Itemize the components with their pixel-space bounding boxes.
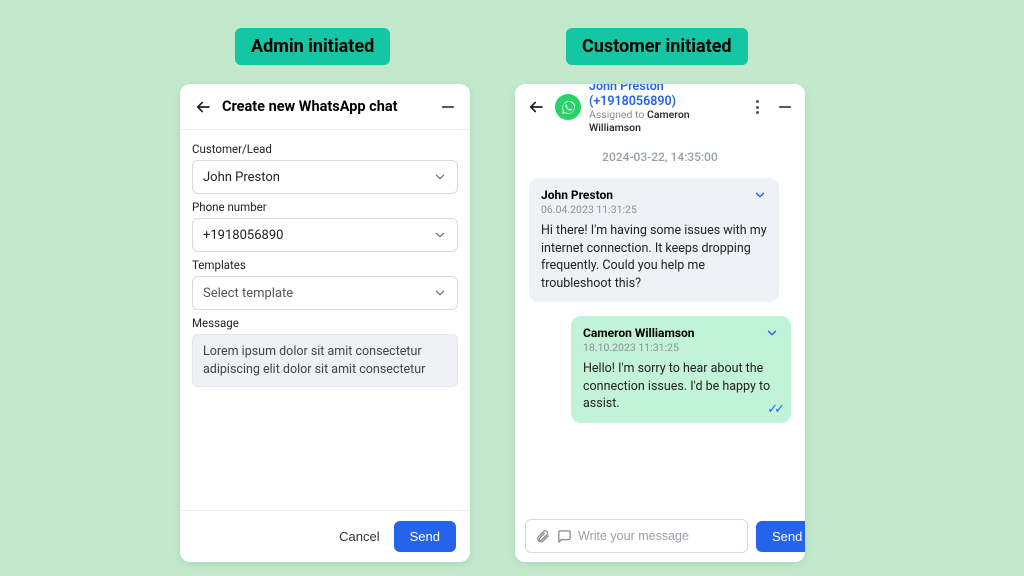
chevron-down-icon[interactable] [765, 326, 779, 340]
message-text: Hello! I'm sorry to hear about the conne… [583, 360, 779, 413]
whatsapp-icon [555, 94, 581, 120]
template-select[interactable]: Select template [192, 276, 458, 310]
customer-select[interactable]: John Preston [192, 160, 458, 194]
customer-initiated-panel: John Preston (+1918056890) Assigned to C… [515, 84, 805, 562]
kebab-menu-icon[interactable] [747, 97, 767, 117]
composer-input[interactable] [578, 529, 739, 543]
message-bubble-outgoing: Cameron Williamson 18.10.2023 11:31:25 H… [571, 316, 791, 423]
message-timestamp: 06.04.2023 11:31:25 [541, 203, 637, 216]
assigned-prefix: Assigned to [589, 108, 647, 121]
message-text: Hi there! I'm having some issues with my… [541, 222, 767, 292]
back-icon[interactable] [525, 96, 547, 118]
label-customer-initiated: Customer initiated [566, 28, 748, 65]
message-sender: John Preston [541, 188, 637, 202]
message-timestamp: 18.10.2023 11:31:25 [583, 341, 695, 354]
message-label: Message [192, 316, 458, 330]
chat-contact-name[interactable]: John Preston (+1918056890) [589, 84, 739, 109]
chat-header-texts: John Preston (+1918056890) Assigned to C… [589, 84, 739, 135]
phone-select[interactable]: +1918056890 [192, 218, 458, 252]
message-textarea[interactable]: Lorem ipsum dolor sit amit consectetur a… [192, 334, 458, 387]
send-button[interactable]: Send [394, 521, 456, 552]
minimize-icon[interactable] [438, 97, 458, 117]
chevron-down-icon[interactable] [753, 188, 767, 202]
chat-body: 2024-03-22, 14:35:00 John Preston 06.04.… [515, 130, 805, 510]
template-select-value: Select template [203, 286, 293, 301]
chat-header: John Preston (+1918056890) Assigned to C… [515, 84, 805, 130]
customer-select-value: John Preston [203, 170, 280, 185]
phone-label: Phone number [192, 200, 458, 214]
date-separator: 2024-03-22, 14:35:00 [529, 150, 791, 164]
label-admin-initiated: Admin initiated [235, 28, 390, 65]
template-icon[interactable] [556, 528, 572, 544]
back-icon[interactable] [192, 96, 214, 118]
admin-panel-footer: Cancel Send [180, 510, 470, 562]
template-label: Templates [192, 258, 458, 272]
admin-initiated-panel: Create new WhatsApp chat Customer/Lead J… [180, 84, 470, 562]
message-bubble-incoming: John Preston 06.04.2023 11:31:25 Hi ther… [529, 178, 779, 302]
read-receipt-icon: ✓✓ [767, 402, 781, 417]
composer-send-button[interactable]: Send [756, 521, 805, 552]
attachment-icon[interactable] [534, 528, 550, 544]
chevron-down-icon [433, 286, 447, 300]
phone-select-value: +1918056890 [203, 228, 283, 243]
admin-panel-header: Create new WhatsApp chat [180, 84, 470, 130]
customer-label: Customer/Lead [192, 142, 458, 156]
admin-form: Customer/Lead John Preston Phone number … [180, 130, 470, 510]
composer-input-wrap [525, 519, 748, 553]
message-sender: Cameron Williamson [583, 326, 695, 340]
chevron-down-icon [433, 170, 447, 184]
chevron-down-icon [433, 228, 447, 242]
cancel-button[interactable]: Cancel [339, 529, 379, 544]
panel-title: Create new WhatsApp chat [222, 98, 430, 115]
minimize-icon[interactable] [775, 97, 795, 117]
chat-composer: Send [515, 510, 805, 562]
